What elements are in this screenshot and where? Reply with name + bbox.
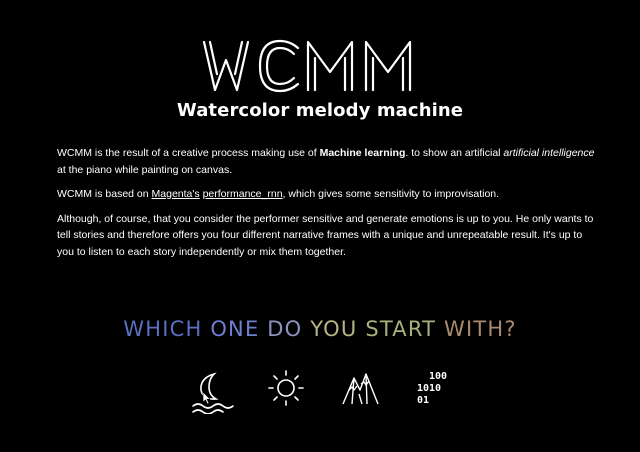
prompt-word: WHICH	[123, 317, 211, 341]
binary-digits-row: 01	[417, 395, 429, 406]
intro-text-segment: WCMM is the result of a creative process…	[57, 147, 320, 159]
intro-text-segment: , which gives some sensitivity to improv…	[282, 188, 500, 200]
option-day[interactable]	[264, 368, 312, 414]
mountains-icon	[342, 373, 379, 405]
app-subtitle: Watercolor melody machine	[176, 100, 464, 121]
prompt-word: YOU	[310, 317, 366, 341]
start-prompt: WHICH ONE DO YOU START WITH?	[0, 317, 640, 341]
intro-text-segment: WCMM is based on	[57, 188, 152, 200]
wcmm-logo	[202, 39, 412, 93]
option-mountains[interactable]	[340, 368, 388, 414]
story-options: 100 1010 01	[188, 368, 458, 414]
option-night[interactable]	[188, 368, 236, 414]
binary-icon: 100 1010 01	[417, 371, 447, 406]
binary-digits-row: 1010	[417, 383, 441, 394]
prompt-word: START	[365, 317, 445, 341]
intro-paragraph-3: Although, of course, that you consider t…	[57, 212, 594, 258]
intro-paragraph-1: WCMM is the result of a creative process…	[57, 145, 597, 178]
machine-learning-emphasis: Machine learning	[319, 147, 406, 159]
intro-text-segment: at the piano while painting on canvas.	[57, 163, 233, 176]
intro-paragraph-2: WCMM is based on Magenta's performance_r…	[57, 186, 597, 203]
magenta-link[interactable]: Magenta's	[152, 188, 200, 200]
intro-text: WCMM is the result of a creative process…	[57, 145, 597, 268]
prompt-word: DO	[267, 317, 311, 341]
binary-digits-row: 100	[429, 371, 447, 382]
ai-emphasis: artificial intelligence	[503, 147, 595, 159]
prompt-word: ONE	[210, 317, 268, 341]
prompt-word: WITH?	[444, 317, 517, 341]
performance-rnn-link[interactable]: performance_rnn	[203, 188, 283, 200]
moon-waves-icon	[192, 372, 234, 414]
intro-text-segment: . to show an artificial	[405, 147, 504, 159]
sun-icon	[268, 370, 304, 406]
option-machine[interactable]: 100 1010 01	[416, 368, 464, 414]
header	[0, 38, 640, 94]
